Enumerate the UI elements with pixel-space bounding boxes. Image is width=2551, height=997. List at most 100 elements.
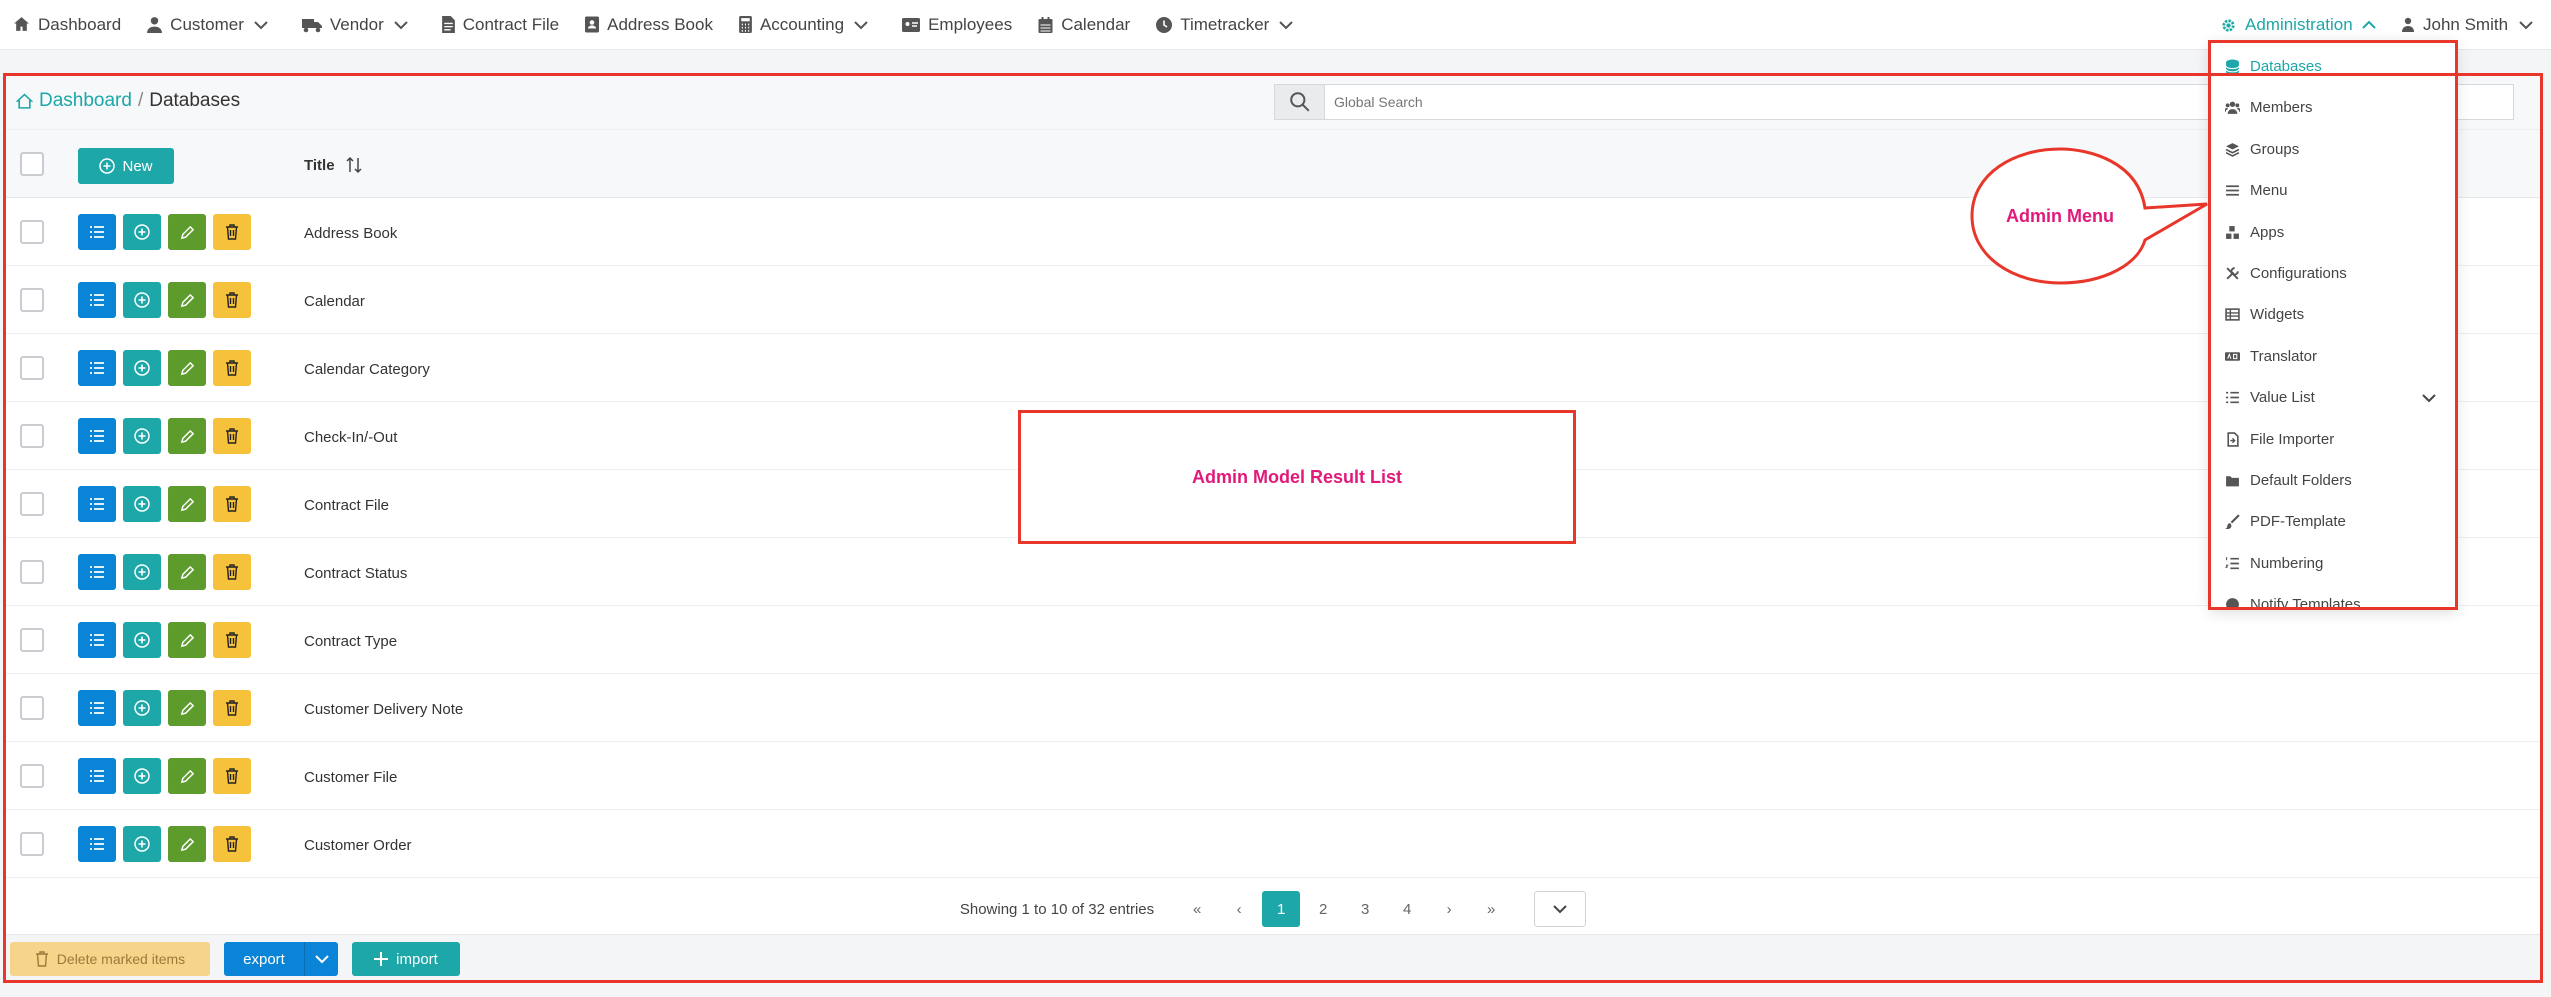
list-records-button[interactable] — [78, 214, 116, 250]
admin-menu-item-file-importer[interactable]: File Importer — [2210, 419, 2456, 460]
delete-button[interactable] — [213, 282, 251, 318]
edit-button[interactable] — [168, 418, 206, 454]
row-checkbox[interactable] — [20, 424, 44, 448]
list-records-button[interactable] — [78, 554, 116, 590]
admin-menu-item-members[interactable]: Members — [2210, 87, 2456, 128]
nav-label: Administration — [2245, 15, 2353, 34]
previous-page-button[interactable]: ‹ — [1220, 891, 1258, 927]
nav-item-accounting[interactable]: Accounting — [739, 15, 876, 35]
admin-menu-item-apps[interactable]: Apps — [2210, 212, 2456, 253]
row-actions — [78, 826, 258, 862]
table-row: Customer Order — [6, 810, 2540, 878]
nav-item-contract-file[interactable]: Contract File — [441, 15, 559, 35]
home-icon[interactable] — [16, 93, 33, 110]
row-checkbox[interactable] — [20, 492, 44, 516]
add-record-button[interactable] — [123, 554, 161, 590]
list-records-button[interactable] — [78, 758, 116, 794]
list-records-button[interactable] — [78, 622, 116, 658]
last-page-button[interactable]: » — [1472, 891, 1510, 927]
nav-item-timetracker[interactable]: Timetracker — [1156, 15, 1301, 35]
admin-menu-item-menu[interactable]: Menu — [2210, 170, 2456, 211]
export-dropdown-toggle[interactable] — [304, 942, 338, 976]
import-button[interactable]: import — [352, 942, 460, 976]
nav-item-dashboard[interactable]: Dashboard — [13, 15, 121, 35]
nav-item-customer[interactable]: Customer — [147, 15, 276, 35]
add-record-button[interactable] — [123, 486, 161, 522]
admin-menu-item-databases[interactable]: Databases — [2210, 46, 2456, 87]
delete-button[interactable] — [213, 486, 251, 522]
first-page-button[interactable]: « — [1178, 891, 1216, 927]
add-record-button[interactable] — [123, 622, 161, 658]
row-checkbox[interactable] — [20, 288, 44, 312]
row-checkbox[interactable] — [20, 560, 44, 584]
delete-button[interactable] — [213, 554, 251, 590]
edit-button[interactable] — [168, 622, 206, 658]
page-button[interactable]: 2 — [1304, 891, 1342, 927]
column-header-title[interactable]: Title — [304, 156, 363, 174]
sort-icon[interactable] — [345, 156, 363, 174]
list-records-button[interactable] — [78, 418, 116, 454]
page-button[interactable]: 4 — [1388, 891, 1426, 927]
delete-button[interactable] — [213, 622, 251, 658]
list-records-button[interactable] — [78, 350, 116, 386]
admin-menu-item-widgets[interactable]: Widgets — [2210, 294, 2456, 335]
add-record-button[interactable] — [123, 690, 161, 726]
delete-button[interactable] — [213, 350, 251, 386]
row-checkbox[interactable] — [20, 220, 44, 244]
add-record-button[interactable] — [123, 418, 161, 454]
row-checkbox[interactable] — [20, 356, 44, 380]
edit-button[interactable] — [168, 690, 206, 726]
edit-button[interactable] — [168, 554, 206, 590]
page-button[interactable]: 3 — [1346, 891, 1384, 927]
admin-menu-item-pdf-template[interactable]: PDF-Template — [2210, 501, 2456, 542]
list-records-button[interactable] — [78, 826, 116, 862]
list-records-button[interactable] — [78, 690, 116, 726]
row-checkbox[interactable] — [20, 764, 44, 788]
add-record-button[interactable] — [123, 214, 161, 250]
add-record-button[interactable] — [123, 282, 161, 318]
add-record-button[interactable] — [123, 826, 161, 862]
edit-button[interactable] — [168, 214, 206, 250]
breadcrumb-home-link[interactable]: Dashboard — [39, 90, 132, 112]
delete-button[interactable] — [213, 826, 251, 862]
edit-button[interactable] — [168, 350, 206, 386]
delete-marked-button[interactable]: Delete marked items — [10, 942, 210, 976]
admin-menu-item-translator[interactable]: Translator — [2210, 336, 2456, 377]
list-records-button[interactable] — [78, 486, 116, 522]
nav-item-calendar[interactable]: Calendar — [1038, 15, 1130, 35]
add-record-button[interactable] — [123, 758, 161, 794]
add-record-button[interactable] — [123, 350, 161, 386]
admin-menu-item-value-list[interactable]: Value List — [2210, 377, 2456, 418]
admin-menu-item-default-folders[interactable]: Default Folders — [2210, 460, 2456, 501]
edit-button[interactable] — [168, 758, 206, 794]
delete-button[interactable] — [213, 758, 251, 794]
delete-button[interactable] — [213, 690, 251, 726]
delete-button[interactable] — [213, 214, 251, 250]
delete-button[interactable] — [213, 418, 251, 454]
admin-menu-item-numbering[interactable]: Numbering — [2210, 543, 2456, 584]
admin-menu-label: Databases — [2250, 58, 2322, 75]
nav-item-employees[interactable]: Employees — [902, 15, 1012, 35]
nav-item-vendor[interactable]: Vendor — [301, 15, 416, 35]
trash-icon — [226, 292, 238, 308]
list-records-button[interactable] — [78, 282, 116, 318]
chevron-down-icon[interactable] — [2422, 393, 2436, 403]
nav-item-address-book[interactable]: Address Book — [585, 15, 713, 35]
row-checkbox[interactable] — [20, 696, 44, 720]
row-checkbox[interactable] — [20, 832, 44, 856]
select-all-checkbox[interactable] — [20, 152, 44, 176]
clock-icon — [1156, 16, 1173, 33]
admin-menu-item-notify-templates[interactable]: Notify Templates — [2210, 584, 2456, 608]
new-button[interactable]: New — [78, 148, 174, 184]
edit-button[interactable] — [168, 282, 206, 318]
next-page-button[interactable]: › — [1430, 891, 1468, 927]
admin-menu-item-configurations[interactable]: Configurations — [2210, 253, 2456, 294]
edit-button[interactable] — [168, 486, 206, 522]
search-button[interactable] — [1275, 85, 1325, 119]
page-button[interactable]: 1 — [1262, 891, 1301, 927]
export-button[interactable]: export — [224, 942, 338, 976]
admin-menu-item-groups[interactable]: Groups — [2210, 129, 2456, 170]
row-checkbox[interactable] — [20, 628, 44, 652]
edit-button[interactable] — [168, 826, 206, 862]
page-size-select[interactable] — [1534, 891, 1587, 927]
